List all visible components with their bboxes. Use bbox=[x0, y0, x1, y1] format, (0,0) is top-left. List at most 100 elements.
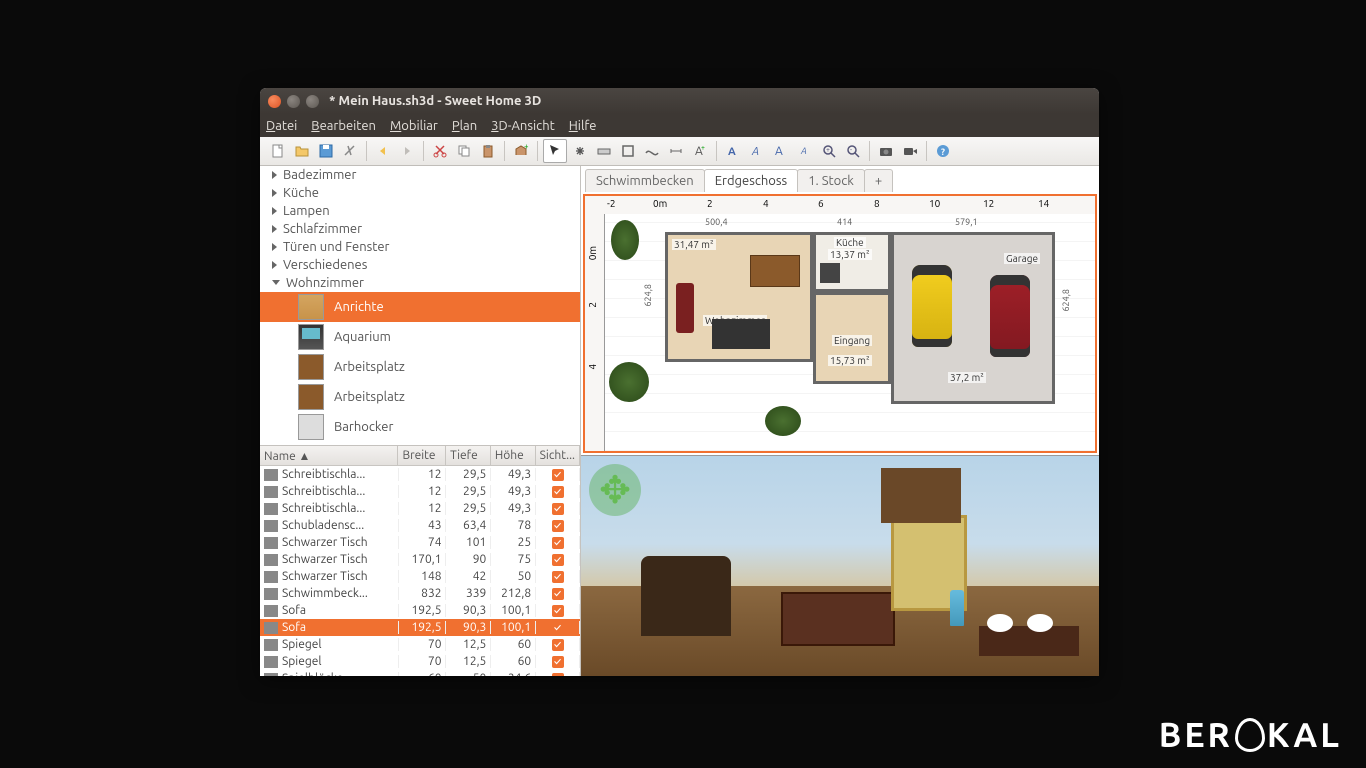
table-row[interactable]: Schubladensc...4363,478✓ bbox=[260, 517, 580, 534]
menu-3d[interactable]: 3D-Ansicht bbox=[491, 119, 555, 133]
furniture-table[interactable] bbox=[750, 255, 800, 287]
save-button[interactable] bbox=[315, 140, 337, 162]
ruler-vertical[interactable]: 0m 2 4 bbox=[585, 214, 605, 451]
catalog-item-anrichte[interactable]: Anrichte bbox=[260, 292, 580, 322]
menu-bearbeiten[interactable]: Bearbeiten bbox=[311, 119, 376, 133]
category-kueche[interactable]: Küche bbox=[260, 184, 580, 202]
room-garage[interactable]: Garage 37,2 m² bbox=[891, 232, 1055, 404]
plant-icon[interactable] bbox=[765, 406, 801, 436]
plant-icon[interactable] bbox=[611, 220, 639, 260]
table-header[interactable]: Name ▲ Breite Tiefe Höhe Sicht... bbox=[260, 446, 580, 466]
polyline-tool-button[interactable] bbox=[641, 140, 663, 162]
floor-plan[interactable]: -2 0m 2 4 6 8 10 12 14 0m 2 4 3 bbox=[583, 194, 1097, 453]
left-panel: Badezimmer Küche Lampen Schlafzimmer Tür… bbox=[260, 166, 581, 676]
furniture-table2[interactable] bbox=[712, 319, 770, 349]
text-italic-button[interactable]: A bbox=[746, 140, 768, 162]
level-tabs: Schwimmbecken Erdgeschoss 1. Stock + bbox=[581, 166, 1099, 192]
catalog-item-aquarium[interactable]: Aquarium bbox=[260, 322, 580, 352]
preferences-button[interactable] bbox=[339, 140, 361, 162]
ruler-horizontal[interactable]: -2 0m 2 4 6 8 10 12 14 bbox=[585, 196, 1095, 215]
new-file-button[interactable] bbox=[267, 140, 289, 162]
svg-text:A: A bbox=[775, 145, 783, 158]
photo-button[interactable] bbox=[875, 140, 897, 162]
video-button[interactable] bbox=[899, 140, 921, 162]
paste-button[interactable] bbox=[477, 140, 499, 162]
svg-text:-: - bbox=[850, 146, 852, 154]
undo-button[interactable] bbox=[372, 140, 394, 162]
table-row[interactable]: Spiegel7012,560✓ bbox=[260, 636, 580, 653]
table-row[interactable]: Schwarzer Tisch7410125✓ bbox=[260, 534, 580, 551]
menu-mobiliar[interactable]: Mobiliar bbox=[390, 119, 438, 133]
table-row[interactable]: Schreibtischla...1229,549,3✓ bbox=[260, 483, 580, 500]
catalog-item-barhocker[interactable]: Barhocker bbox=[260, 412, 580, 442]
table-row[interactable]: Schreibtischla...1229,549,3✓ bbox=[260, 466, 580, 483]
add-furniture-button[interactable]: + bbox=[510, 140, 532, 162]
minimize-icon[interactable] bbox=[287, 95, 300, 108]
table-body[interactable]: Schreibtischla...1229,549,3✓Schreibtisch… bbox=[260, 466, 580, 676]
car-yellow[interactable] bbox=[912, 265, 952, 347]
brand-icon bbox=[1235, 718, 1265, 752]
tab-erdgeschoss[interactable]: Erdgeschoss bbox=[704, 169, 798, 192]
catalog-item-arbeitsplatz-1[interactable]: Arbeitsplatz bbox=[260, 352, 580, 382]
titlebar[interactable]: * Mein Haus.sh3d - Sweet Home 3D bbox=[260, 88, 1099, 114]
text-bold-button[interactable]: A bbox=[722, 140, 744, 162]
furniture-stove[interactable] bbox=[820, 263, 840, 283]
zoom-out-button[interactable]: - bbox=[842, 140, 864, 162]
maximize-icon[interactable] bbox=[306, 95, 319, 108]
cut-button[interactable] bbox=[429, 140, 451, 162]
catalog-tree[interactable]: Badezimmer Küche Lampen Schlafzimmer Tür… bbox=[260, 166, 580, 445]
room-tool-button[interactable] bbox=[617, 140, 639, 162]
picture-3d bbox=[881, 468, 961, 523]
room-wohnzimmer[interactable]: 31,47 m² Wohnzimmer bbox=[665, 232, 813, 362]
room-eingang[interactable]: Eingang 15,73 m² bbox=[813, 292, 891, 384]
zoom-in-button[interactable]: + bbox=[818, 140, 840, 162]
tab-schwimmbecken[interactable]: Schwimmbecken bbox=[585, 169, 705, 192]
table-row[interactable]: Spiegel7012,560✓ bbox=[260, 653, 580, 670]
text-size-down-button[interactable]: A bbox=[794, 140, 816, 162]
plan-canvas[interactable]: 31,47 m² Wohnzimmer Küche 13,37 m² Einga… bbox=[605, 214, 1095, 451]
dimension-tool-button[interactable] bbox=[665, 140, 687, 162]
menu-plan[interactable]: Plan bbox=[452, 119, 477, 133]
table-row[interactable]: Schwimmbeck...832339212,8✓ bbox=[260, 585, 580, 602]
menu-datei[interactable]: Datei bbox=[266, 119, 297, 133]
3d-view[interactable] bbox=[581, 455, 1099, 676]
table-row[interactable]: Sofa192,590,3100,1✓ bbox=[260, 602, 580, 619]
col-name: Name ▲ bbox=[260, 446, 398, 465]
close-icon[interactable] bbox=[268, 95, 281, 108]
category-wohnzimmer[interactable]: Wohnzimmer bbox=[260, 274, 580, 292]
wall-tool-button[interactable] bbox=[593, 140, 615, 162]
furniture-sofa[interactable] bbox=[676, 283, 694, 333]
category-tueren[interactable]: Türen und Fenster bbox=[260, 238, 580, 256]
table-row[interactable]: Schreibtischla...1229,549,3✓ bbox=[260, 500, 580, 517]
tab-1stock[interactable]: 1. Stock bbox=[797, 169, 865, 192]
table-3d bbox=[781, 592, 895, 646]
category-verschiedenes[interactable]: Verschiedenes bbox=[260, 256, 580, 274]
table-row[interactable]: Spielblöcke605034,6✓ bbox=[260, 670, 580, 676]
category-badezimmer[interactable]: Badezimmer bbox=[260, 166, 580, 184]
copy-button[interactable] bbox=[453, 140, 475, 162]
category-lampen[interactable]: Lampen bbox=[260, 202, 580, 220]
redo-button[interactable] bbox=[396, 140, 418, 162]
help-button[interactable]: ? bbox=[932, 140, 954, 162]
col-sicht: Sicht... bbox=[536, 446, 580, 465]
text-size-up-button[interactable]: A bbox=[770, 140, 792, 162]
car-red[interactable] bbox=[990, 275, 1030, 357]
text-tool-button[interactable]: A+ bbox=[689, 140, 711, 162]
open-file-button[interactable] bbox=[291, 140, 313, 162]
plant-icon[interactable] bbox=[609, 362, 649, 402]
3d-nav-compass[interactable] bbox=[589, 464, 641, 516]
menu-hilfe[interactable]: Hilfe bbox=[569, 119, 597, 133]
select-tool-button[interactable] bbox=[543, 139, 567, 163]
table-row[interactable]: Schwarzer Tisch170,19075✓ bbox=[260, 551, 580, 568]
pan-tool-button[interactable] bbox=[569, 140, 591, 162]
table-row[interactable]: Sofa192,590,3100,1✓ bbox=[260, 619, 580, 636]
watermark: BERKAL bbox=[1159, 716, 1342, 754]
svg-text:?: ? bbox=[941, 147, 945, 157]
col-hoehe: Höhe bbox=[491, 446, 536, 465]
category-schlafzimmer[interactable]: Schlafzimmer bbox=[260, 220, 580, 238]
catalog-item-arbeitsplatz-2[interactable]: Arbeitsplatz bbox=[260, 382, 580, 412]
bottle-3d bbox=[950, 590, 964, 626]
table-row[interactable]: Schwarzer Tisch1484250✓ bbox=[260, 568, 580, 585]
room-kueche[interactable]: Küche 13,37 m² bbox=[813, 232, 891, 292]
tab-add[interactable]: + bbox=[864, 169, 893, 192]
